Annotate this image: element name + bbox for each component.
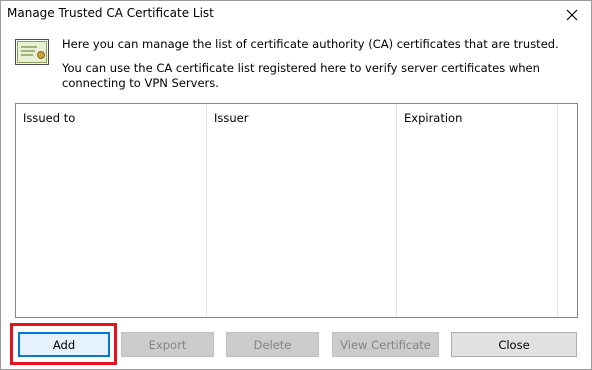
view-certificate-button[interactable]: View Certificate bbox=[332, 332, 439, 357]
close-icon[interactable] bbox=[561, 4, 583, 26]
column-header-expiration[interactable]: Expiration bbox=[404, 111, 462, 125]
export-button[interactable]: Export bbox=[121, 332, 214, 357]
title-bar: Manage Trusted CA Certificate List bbox=[1, 1, 591, 29]
delete-button[interactable]: Delete bbox=[226, 332, 319, 357]
info-text-primary: Here you can manage the list of certific… bbox=[62, 37, 559, 51]
column-header-issued-to[interactable]: Issued to bbox=[23, 111, 75, 125]
column-issued-to: Issued to bbox=[16, 104, 207, 317]
certificate-icon bbox=[15, 39, 49, 65]
add-button[interactable]: Add bbox=[18, 332, 110, 357]
dialog-window: Manage Trusted CA Certificate List Here … bbox=[0, 0, 592, 370]
column-expiration: Expiration bbox=[397, 104, 558, 317]
column-issuer: Issuer bbox=[207, 104, 397, 317]
window-title: Manage Trusted CA Certificate List bbox=[7, 6, 214, 20]
info-text-secondary: You can use the CA certificate list regi… bbox=[62, 61, 540, 90]
certificate-list[interactable]: Issued to Issuer Expiration bbox=[15, 103, 578, 318]
column-header-issuer[interactable]: Issuer bbox=[214, 111, 248, 125]
close-button[interactable]: Close bbox=[451, 332, 577, 357]
